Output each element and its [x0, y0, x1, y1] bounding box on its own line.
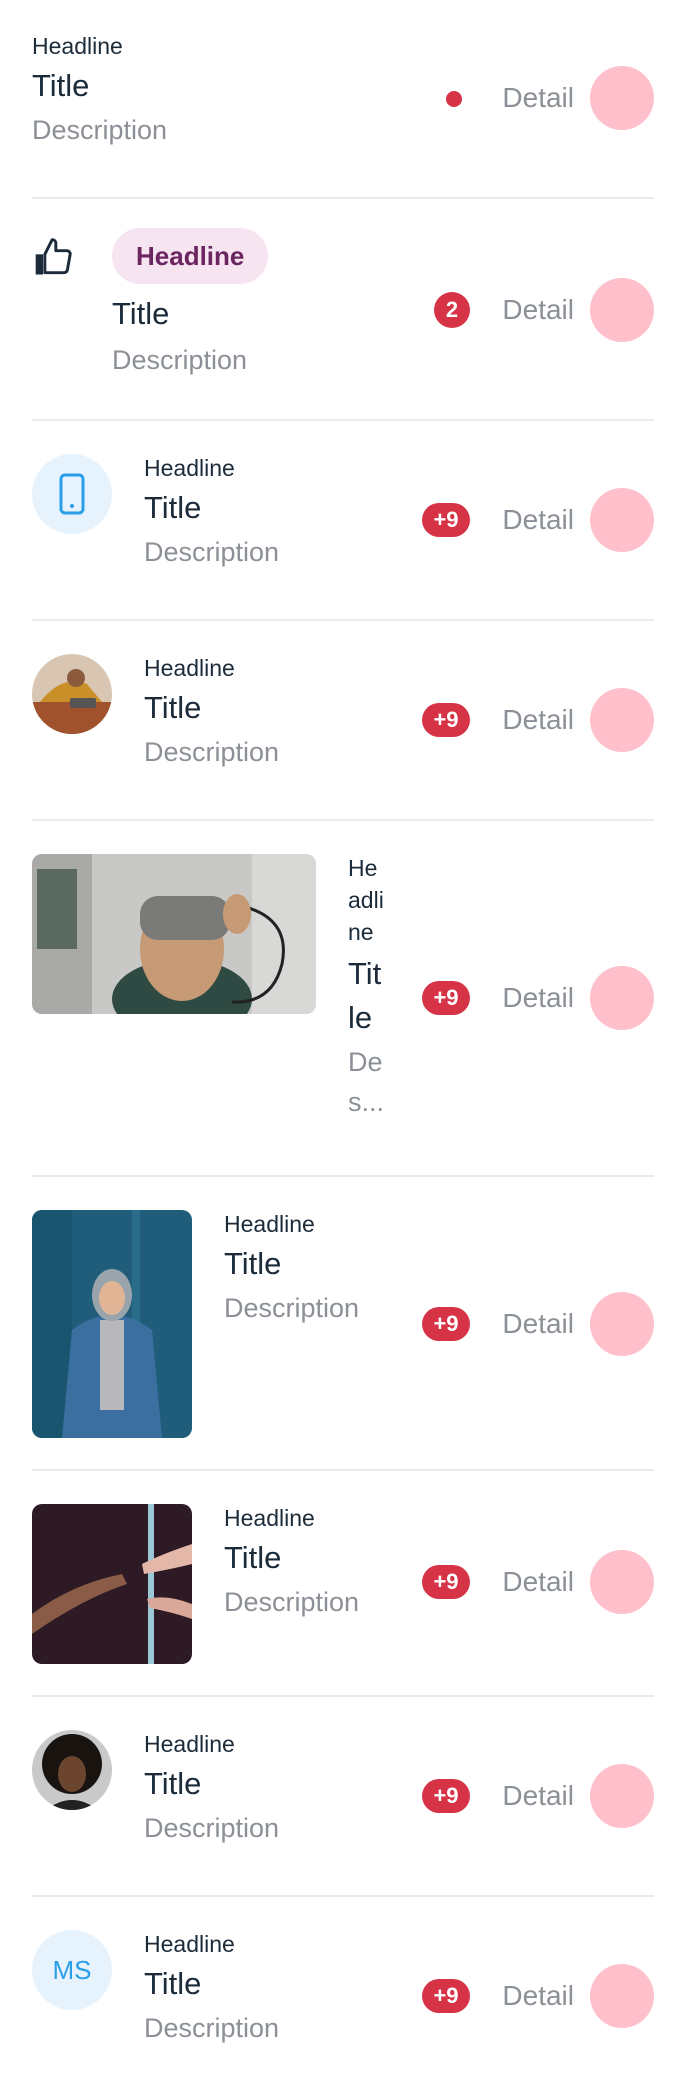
divider	[32, 197, 654, 199]
divider	[32, 819, 654, 821]
trailing-avatar[interactable]	[590, 278, 654, 342]
count-badge: +9	[422, 1779, 470, 1813]
status-dot	[446, 91, 462, 107]
trailing-avatar[interactable]	[590, 966, 654, 1030]
list-item[interactable]: Headline Title Description +9 Detail	[32, 652, 654, 822]
list-item-detail: Detail	[502, 294, 574, 325]
divider	[32, 1895, 654, 1897]
list-item[interactable]: Headline Title Description 2 Detail	[32, 228, 654, 398]
list-item-title: Title	[32, 68, 90, 103]
headline-chip: Headline	[112, 228, 269, 284]
list-item-description: Description	[144, 1813, 280, 1843]
list-item-text: Headline Title Description	[112, 228, 269, 380]
list-item-headline: Headline	[224, 1211, 315, 1237]
list-item[interactable]: Headline Title Description +9 Detail	[32, 1208, 654, 1448]
list-item[interactable]: MS Headline Title Description +9 Detail	[32, 1928, 654, 2078]
list-item-detail: Detail	[502, 982, 574, 1013]
list-item-description: Description	[224, 1587, 360, 1617]
list-item-description: Description	[144, 737, 280, 767]
list-item-title: Title	[144, 1966, 202, 2001]
divider	[32, 419, 654, 421]
list-item-text: Headline Title Description	[224, 1208, 359, 1328]
list-item-title: Title	[224, 1246, 282, 1281]
list-item-detail: Detail	[502, 704, 574, 735]
divider	[32, 1175, 654, 1177]
list-item-headline: Headline	[144, 455, 235, 481]
list: Headline Title Description Detail Headli…	[0, 0, 686, 2096]
list-item-description: De s...	[348, 1047, 385, 1117]
list-item-text: Headline Title Description	[224, 1502, 359, 1622]
trailing-avatar[interactable]	[590, 488, 654, 552]
list-item-title: Tit le	[348, 956, 382, 1035]
list-item[interactable]: Headline Title Description +9 Detail	[32, 1728, 654, 1898]
count-badge: +9	[422, 503, 470, 537]
list-item-headline: Headline	[144, 1931, 235, 1957]
list-item-detail: Detail	[502, 82, 574, 113]
divider	[32, 1469, 654, 1471]
list-item[interactable]: He adli ne Tit le De s... +9 Detail	[32, 852, 654, 1142]
list-item-description: Description	[112, 345, 248, 375]
count-badge: +9	[422, 1565, 470, 1599]
avatar	[32, 1730, 112, 1810]
list-item-description: Description	[32, 115, 168, 145]
initials-avatar: MS	[32, 1930, 112, 2010]
list-item-detail: Detail	[502, 1566, 574, 1597]
count-badge: +9	[422, 703, 470, 737]
trailing-avatar[interactable]	[590, 688, 654, 752]
list-item[interactable]: Headline Title Description +9 Detail	[32, 452, 654, 622]
count-badge: 2	[434, 292, 470, 328]
list-item-text: Headline Title Description	[32, 30, 167, 150]
divider	[32, 619, 654, 621]
count-badge: +9	[422, 1979, 470, 2013]
list-item-text: Headline Title Description	[144, 652, 279, 772]
list-item-headline: Headline	[32, 33, 123, 59]
list-item-description: Description	[144, 2013, 280, 2043]
avatar	[32, 654, 112, 734]
list-item-text: Headline Title Description	[144, 452, 279, 572]
list-item-detail: Detail	[502, 504, 574, 535]
thumbs-up-icon	[32, 236, 76, 280]
list-item-text: Headline Title Description	[144, 1928, 279, 2048]
thumbnail-image	[32, 1210, 192, 1438]
list-item-headline: He adli ne	[348, 855, 384, 945]
list-item-headline: Headline	[144, 655, 235, 681]
list-item-text: Headline Title Description	[144, 1728, 279, 1848]
phone-icon-avatar	[32, 454, 112, 534]
list-item-title: Title	[144, 490, 202, 525]
list-item-headline: Headline	[144, 1731, 235, 1757]
list-item-title: Title	[112, 296, 170, 331]
list-item-detail: Detail	[502, 1780, 574, 1811]
trailing-avatar[interactable]	[590, 66, 654, 130]
list-item-text: He adli ne Tit le De s...	[348, 852, 392, 1122]
trailing-avatar[interactable]	[590, 1964, 654, 2028]
list-item-title: Title	[144, 690, 202, 725]
phone-icon	[59, 473, 85, 515]
list-item-description: Description	[224, 1293, 360, 1323]
list-item-title: Title	[144, 1766, 202, 1801]
list-item-detail: Detail	[502, 1308, 574, 1339]
trailing-avatar[interactable]	[590, 1550, 654, 1614]
count-badge: +9	[422, 981, 470, 1015]
thumbnail-image	[32, 854, 316, 1014]
trailing-avatar[interactable]	[590, 1764, 654, 1828]
list-item-description: Description	[144, 537, 280, 567]
divider	[32, 1695, 654, 1697]
thumbnail-image	[32, 1504, 192, 1664]
trailing-avatar[interactable]	[590, 1292, 654, 1356]
list-item-headline: Headline	[224, 1505, 315, 1531]
list-item[interactable]: Headline Title Description Detail	[32, 30, 654, 160]
count-badge: +9	[422, 1307, 470, 1341]
list-item[interactable]: Headline Title Description +9 Detail	[32, 1502, 654, 1672]
list-item-detail: Detail	[502, 1980, 574, 2011]
list-item-title: Title	[224, 1540, 282, 1575]
